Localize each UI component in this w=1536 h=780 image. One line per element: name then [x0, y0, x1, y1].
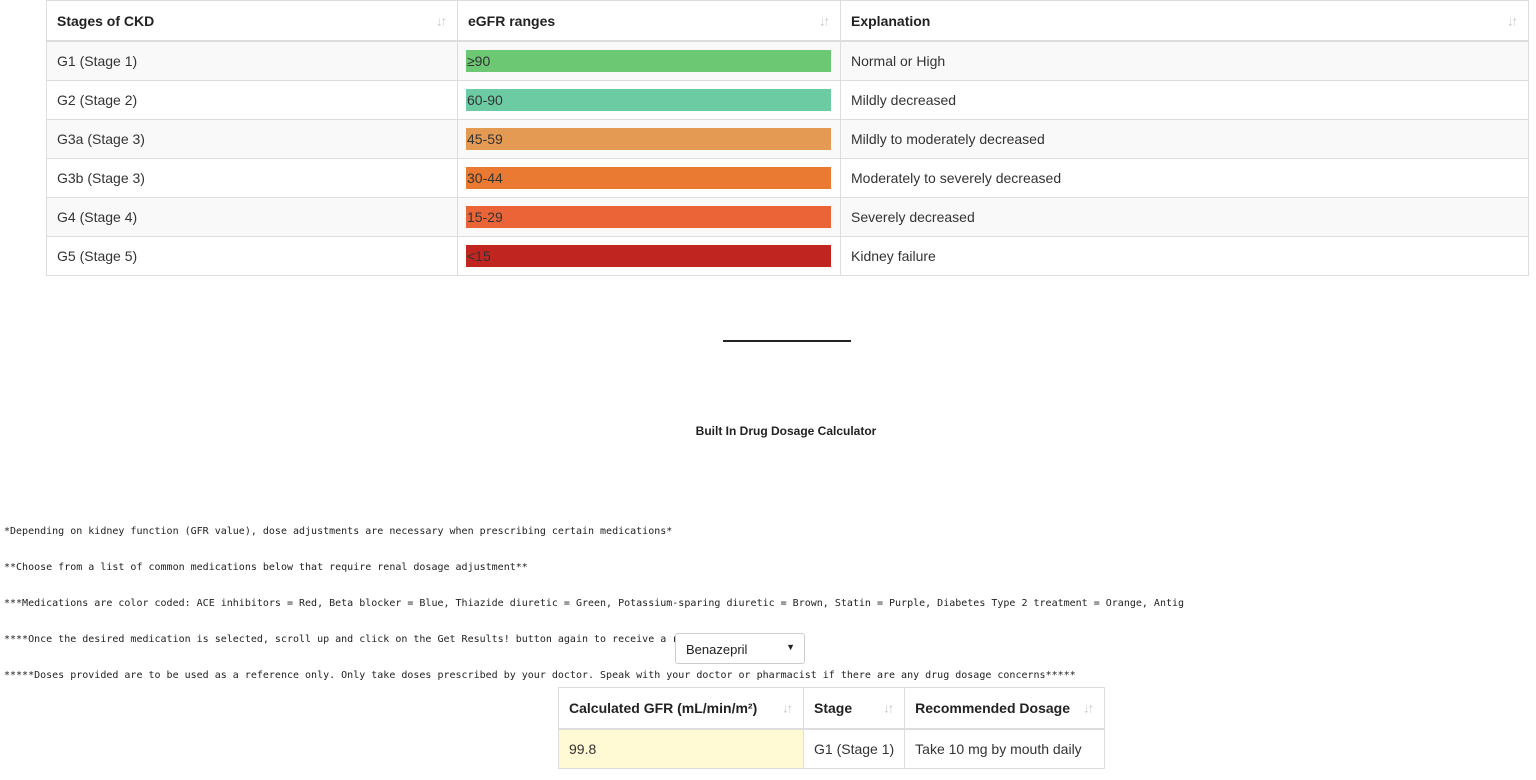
stage-cell: G1 (Stage 1)	[46, 40, 458, 81]
section-divider	[723, 340, 851, 342]
header-label: Calculated GFR (mL/min/m²)	[569, 700, 758, 716]
stage-cell: G1 (Stage 1)	[802, 728, 906, 769]
table-row: 99.8 G1 (Stage 1) Take 10 mg by mouth da…	[558, 728, 1105, 769]
egfr-range-bar: 60-90	[466, 89, 831, 111]
egfr-cell: <15	[457, 236, 841, 276]
explanation-cell: Severely decreased	[840, 197, 1529, 237]
sort-arrows-icon[interactable]: ↓↑	[883, 701, 894, 716]
stage-cell: G3b (Stage 3)	[46, 158, 458, 198]
header-label: eGFR ranges	[468, 12, 556, 29]
column-header-egfr[interactable]: eGFR ranges ↓↑	[457, 0, 841, 42]
column-header-dosage[interactable]: Recommended Dosage ↓↑	[904, 687, 1105, 730]
stage-cell: G5 (Stage 5)	[46, 236, 458, 276]
header-label: Stage	[814, 700, 853, 716]
egfr-range-bar: ≥90	[466, 50, 831, 72]
egfr-cell: ≥90	[457, 40, 841, 81]
egfr-range-bar: 15-29	[466, 206, 831, 228]
egfr-cell: 60-90	[457, 80, 841, 120]
explanation-cell: Kidney failure	[840, 236, 1529, 276]
table-row: G2 (Stage 2) 60-90 Mildly decreased	[46, 80, 1529, 120]
note-line: *Depending on kidney function (GFR value…	[4, 526, 673, 537]
sort-arrows-icon[interactable]: ↓↑	[1083, 701, 1094, 716]
egfr-range-bar: <15	[466, 245, 831, 267]
table-row: G5 (Stage 5) <15 Kidney failure	[46, 236, 1529, 276]
medication-select[interactable]: Benazepril ▼	[675, 633, 805, 664]
header-label: Explanation	[851, 12, 931, 29]
header-label: Stages of CKD	[57, 12, 155, 29]
table-row: G3b (Stage 3) 30-44 Moderately to severe…	[46, 158, 1529, 198]
column-header-stage[interactable]: Stage ↓↑	[802, 687, 906, 730]
stage-cell: G3a (Stage 3)	[46, 119, 458, 159]
column-header-stage[interactable]: Stages of CKD ↓↑	[46, 0, 458, 42]
egfr-cell: 30-44	[457, 158, 841, 198]
table-header-row: Calculated GFR (mL/min/m²) ↓↑ Stage ↓↑ R…	[558, 687, 1105, 730]
header-label: Recommended Dosage	[915, 700, 1070, 716]
egfr-cell: 15-29	[457, 197, 841, 237]
note-line: *****Doses provided are to be used as a …	[4, 670, 1076, 681]
sort-arrows-icon[interactable]: ↓↑	[1507, 13, 1518, 28]
egfr-range-bar: 30-44	[466, 167, 831, 189]
page: Stages of CKD ↓↑ eGFR ranges ↓↑ Explanat…	[0, 0, 1536, 780]
explanation-cell: Mildly to moderately decreased	[840, 119, 1529, 159]
column-header-explanation[interactable]: Explanation ↓↑	[840, 0, 1529, 42]
note-line: ***Medications are color coded: ACE inhi…	[4, 598, 1185, 609]
table-row: G1 (Stage 1) ≥90 Normal or High	[46, 40, 1529, 81]
sort-arrows-icon[interactable]: ↓↑	[782, 701, 793, 716]
table-row: G4 (Stage 4) 15-29 Severely decreased	[46, 197, 1529, 237]
sort-arrows-icon[interactable]: ↓↑	[436, 13, 447, 28]
ckd-stages-table: Stages of CKD ↓↑ eGFR ranges ↓↑ Explanat…	[46, 0, 1529, 276]
table-header-row: Stages of CKD ↓↑ eGFR ranges ↓↑ Explanat…	[46, 0, 1529, 42]
table-row: G3a (Stage 3) 45-59 Mildly to moderately…	[46, 119, 1529, 159]
stage-cell: G4 (Stage 4)	[46, 197, 458, 237]
dosage-results-table: Calculated GFR (mL/min/m²) ↓↑ Stage ↓↑ R…	[558, 687, 1105, 769]
sort-arrows-icon[interactable]: ↓↑	[819, 13, 830, 28]
calculator-notes: *Depending on kidney function (GFR value…	[4, 502, 1536, 706]
medication-select-value: Benazepril	[686, 642, 748, 657]
calculator-title: Built In Drug Dosage Calculator	[695, 424, 877, 438]
egfr-range-bar: 45-59	[466, 128, 831, 150]
note-line: **Choose from a list of common medicatio…	[4, 562, 528, 573]
gfr-value-cell: 99.8	[558, 728, 804, 769]
explanation-cell: Mildly decreased	[840, 80, 1529, 120]
explanation-cell: Normal or High	[840, 40, 1529, 81]
stage-cell: G2 (Stage 2)	[46, 80, 458, 120]
dropdown-arrow-icon: ▼	[786, 642, 795, 652]
column-header-gfr[interactable]: Calculated GFR (mL/min/m²) ↓↑	[558, 687, 804, 730]
egfr-cell: 45-59	[457, 119, 841, 159]
dosage-cell: Take 10 mg by mouth daily	[904, 728, 1105, 769]
explanation-cell: Moderately to severely decreased	[840, 158, 1529, 198]
